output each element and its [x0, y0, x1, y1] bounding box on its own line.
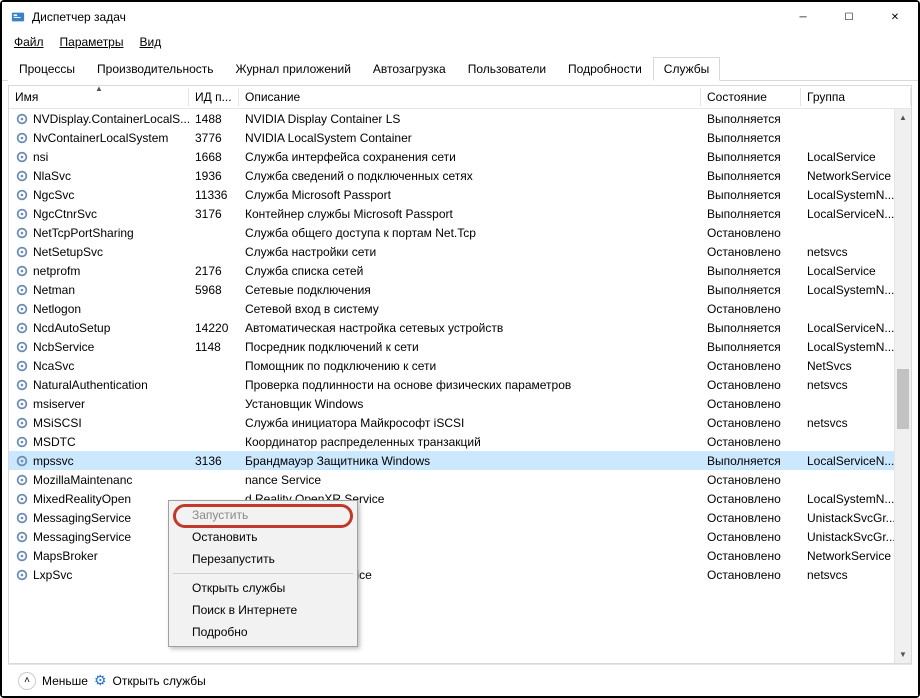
scroll-thumb[interactable] [897, 369, 909, 429]
app-icon [10, 9, 26, 25]
table-row[interactable]: NvContainerLocalSystem3776NVIDIA LocalSy… [9, 128, 911, 147]
col-header-name[interactable]: Имя▲ [9, 86, 189, 108]
table-row[interactable]: MapsBrokerчанных картОстановленоNetworkS… [9, 546, 911, 565]
table-row[interactable]: MessagingServiceice_dd05f91ОстановленоUn… [9, 508, 911, 527]
menu-item-start: Запустить [172, 504, 354, 526]
menu-item-stop[interactable]: Остановить [172, 526, 354, 548]
table-row[interactable]: MSDTCКоординатор распределенных транзакц… [9, 432, 911, 451]
scrollbar[interactable]: ▲ ▼ [894, 109, 911, 663]
table-row[interactable]: MixedRealityOpend Reality OpenXR Service… [9, 489, 911, 508]
table-row[interactable]: netprofm2176Служба списка сетейВыполняет… [9, 261, 911, 280]
menu-item-details[interactable]: Подробно [172, 621, 354, 643]
tabs: ПроцессыПроизводительностьЖурнал приложе… [2, 52, 918, 81]
table-row[interactable]: NetTcpPortSharingСлужба общего доступа к… [9, 223, 911, 242]
scroll-down-button[interactable]: ▼ [895, 646, 911, 663]
table-row[interactable]: NaturalAuthenticationПроверка подлинност… [9, 375, 911, 394]
menubar: Файл Параметры Вид [2, 32, 918, 52]
menu-item-restart[interactable]: Перезапустить [172, 548, 354, 570]
gear-icon[interactable]: ⚙ [94, 672, 107, 689]
col-header-pid[interactable]: ИД п... [189, 86, 239, 108]
table-row[interactable]: MSiSCSIСлужба инициатора Майкрософт iSCS… [9, 413, 911, 432]
tab-6[interactable]: Службы [653, 57, 720, 81]
tab-0[interactable]: Процессы [8, 57, 86, 81]
table-row[interactable]: NcaSvcПомощник по подключению к сетиОста… [9, 356, 911, 375]
table-row[interactable]: NVDisplay.ContainerLocalS...1488NVIDIA D… [9, 109, 911, 128]
tab-3[interactable]: Автозагрузка [362, 57, 457, 81]
menu-item-open-services[interactable]: Открыть службы [172, 577, 354, 599]
table-row[interactable]: MessagingServiceiceОстановленоUnistackSv… [9, 527, 911, 546]
services-table: Имя▲ ИД п... Описание Состояние Группа N… [8, 85, 912, 664]
window-title: Диспетчер задач [32, 10, 780, 24]
table-row[interactable]: NlaSvc1936Служба сведений о подключенных… [9, 166, 911, 185]
table-row[interactable]: NetSetupSvcСлужба настройки сетиОстановл… [9, 242, 911, 261]
menu-options[interactable]: Параметры [54, 34, 130, 50]
tab-5[interactable]: Подробности [557, 57, 653, 81]
menu-separator [173, 573, 353, 574]
col-header-state[interactable]: Состояние [701, 86, 801, 108]
table-row[interactable]: nsi1668Служба интерфейса сохранения сети… [9, 147, 911, 166]
table-row[interactable]: Netman5968Сетевые подключенияВыполняется… [9, 280, 911, 299]
fewer-details-link[interactable]: Меньше [42, 674, 88, 688]
table-row[interactable]: NgcSvc11336Служба Microsoft PassportВыпо… [9, 185, 911, 204]
tab-4[interactable]: Пользователи [457, 57, 557, 81]
minimize-button[interactable]: ─ [780, 2, 826, 32]
table-row[interactable]: mpssvc3136Брандмауэр Защитника WindowsВы… [9, 451, 911, 470]
table-body: NVDisplay.ContainerLocalS...1488NVIDIA D… [9, 109, 911, 663]
table-header: Имя▲ ИД п... Описание Состояние Группа [9, 86, 911, 109]
chevron-up-icon[interactable]: ˄ [18, 672, 36, 690]
table-row[interactable]: NgcCtnrSvc3176Контейнер службы Microsoft… [9, 204, 911, 223]
table-row[interactable]: msiserverУстановщик WindowsОстановлено [9, 394, 911, 413]
col-header-desc[interactable]: Описание [239, 86, 701, 108]
maximize-button[interactable]: ☐ [826, 2, 872, 32]
table-row[interactable]: MozillaMaintenancnance ServiceОстановлен… [9, 470, 911, 489]
table-row[interactable]: NcdAutoSetup14220Автоматическая настройк… [9, 318, 911, 337]
table-row[interactable]: NcbService1148Посредник подключений к се… [9, 337, 911, 356]
window-buttons: ─ ☐ ✕ [780, 2, 918, 32]
table-row[interactable]: LxpSvcage Experience ServiceОстановленоn… [9, 565, 911, 584]
table-row[interactable]: NetlogonСетевой вход в системуОстановлен… [9, 299, 911, 318]
context-menu: Запустить Остановить Перезапустить Откры… [168, 500, 358, 647]
footer: ˄ Меньше ⚙ Открыть службы [8, 664, 912, 696]
tab-2[interactable]: Журнал приложений [225, 57, 362, 81]
tab-1[interactable]: Производительность [86, 57, 224, 81]
menu-item-search-online[interactable]: Поиск в Интернете [172, 599, 354, 621]
titlebar: Диспетчер задач ─ ☐ ✕ [2, 2, 918, 32]
close-button[interactable]: ✕ [872, 2, 918, 32]
task-manager-window: Диспетчер задач ─ ☐ ✕ Файл Параметры Вид… [2, 2, 918, 696]
menu-view[interactable]: Вид [133, 34, 167, 50]
open-services-link[interactable]: Открыть службы [113, 674, 206, 688]
menu-file[interactable]: Файл [8, 34, 50, 50]
col-header-group[interactable]: Группа [801, 86, 911, 108]
scroll-up-button[interactable]: ▲ [895, 109, 911, 126]
